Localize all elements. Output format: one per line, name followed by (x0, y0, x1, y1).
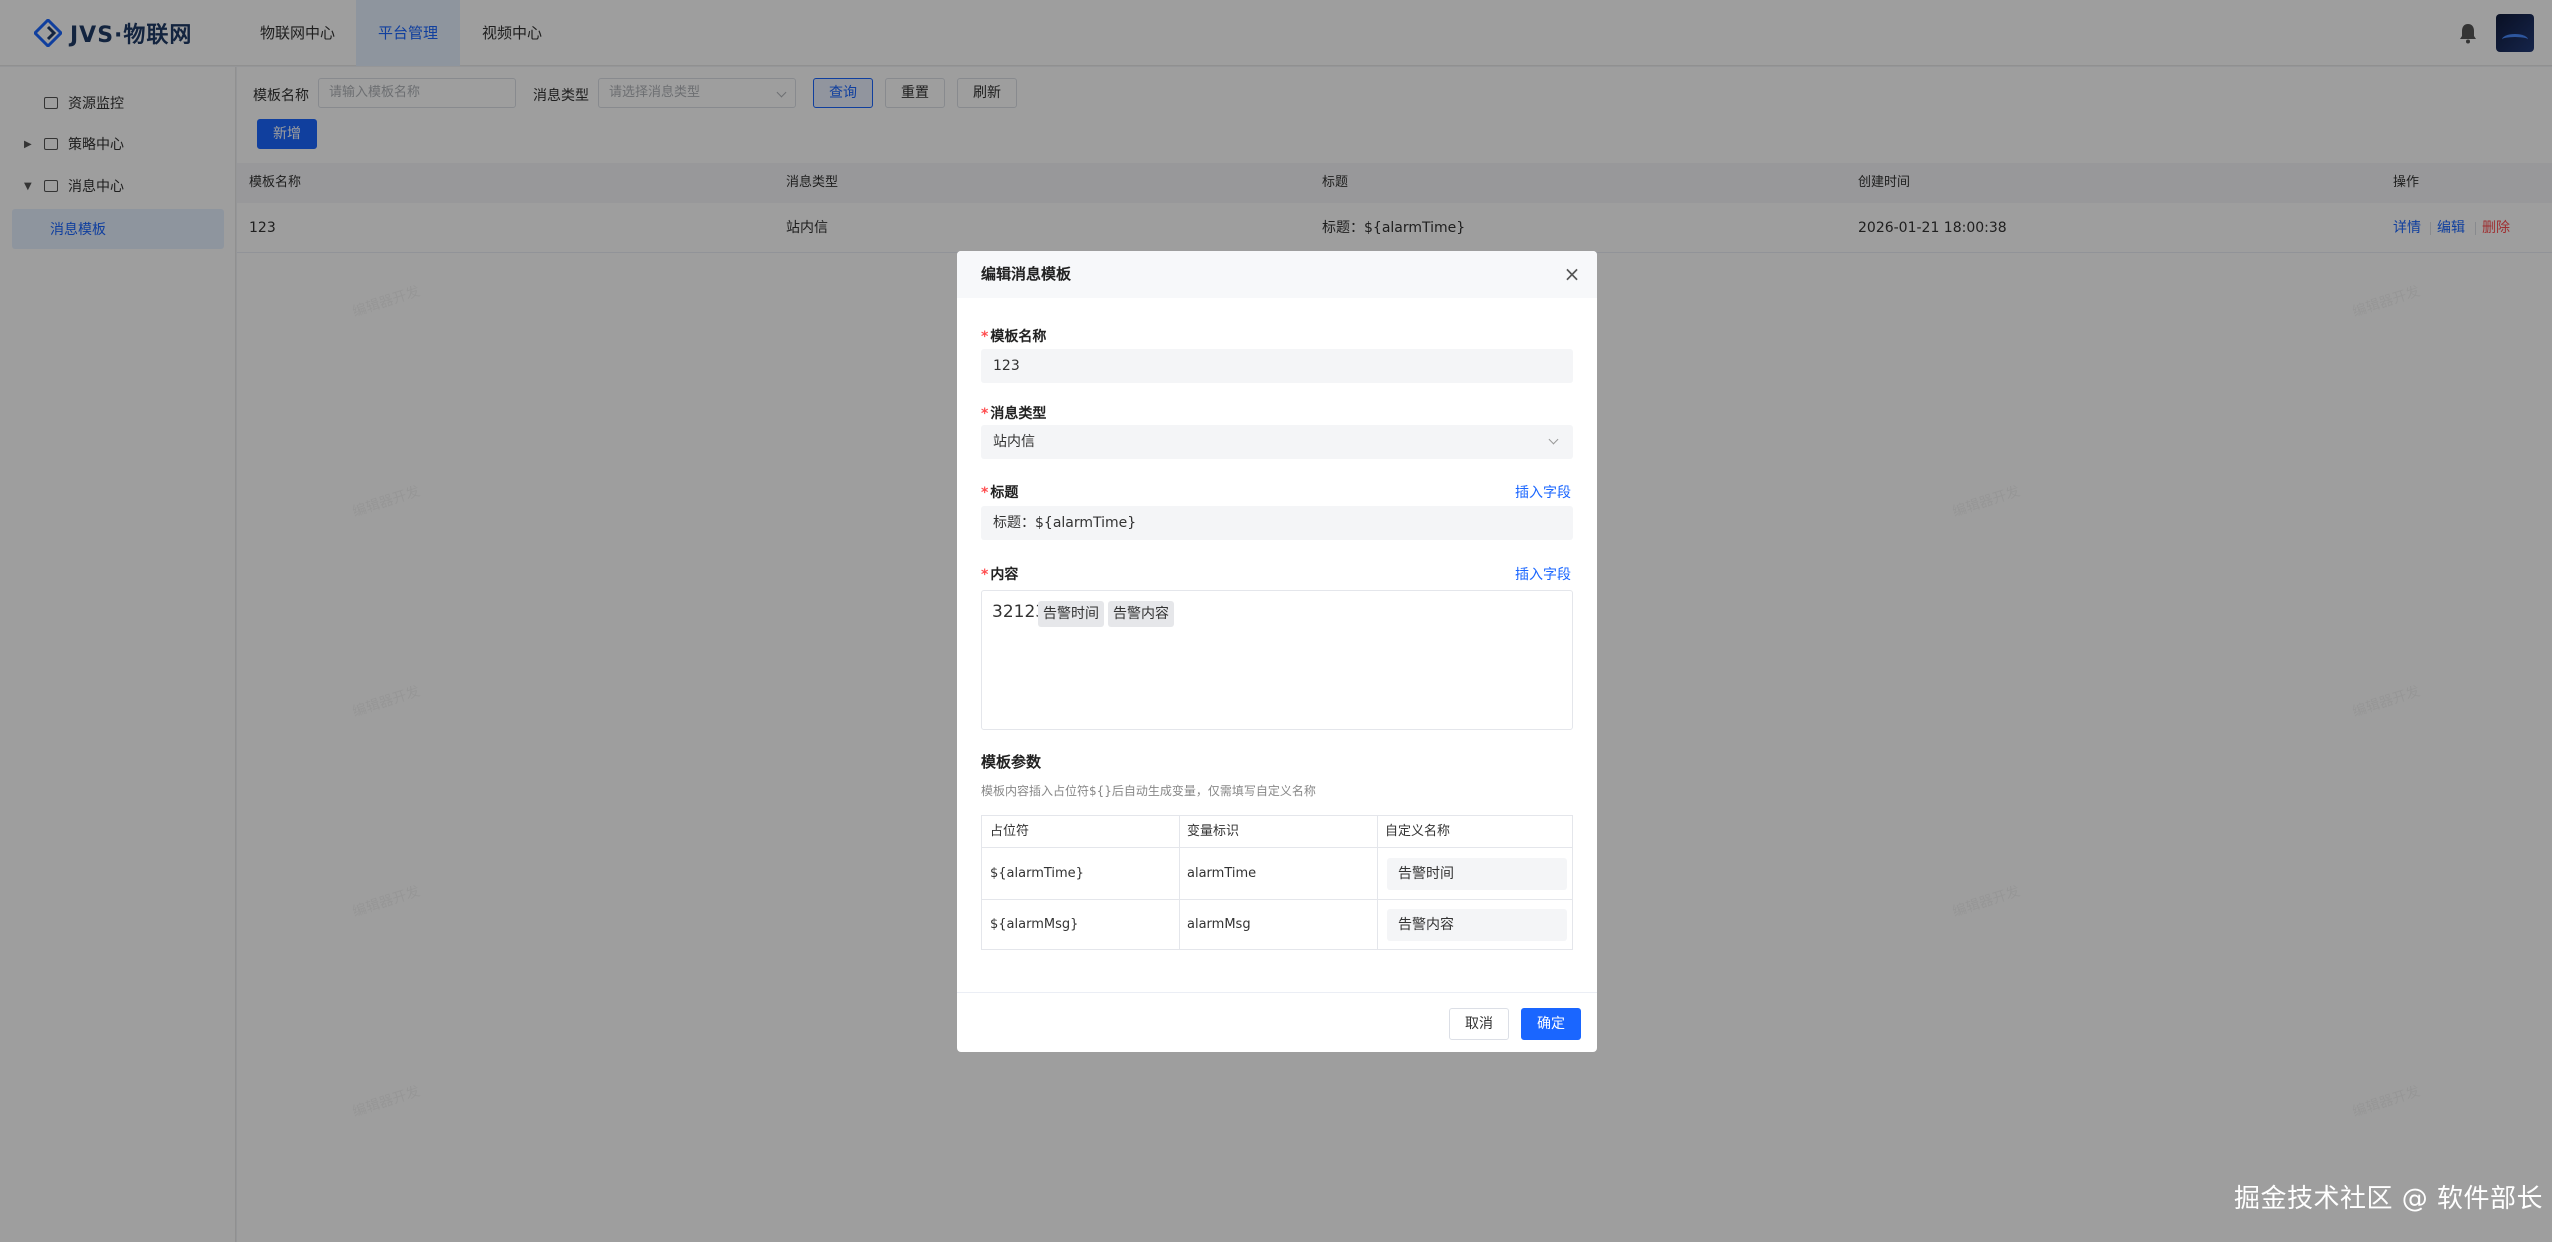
edit-template-modal: 编辑消息模板 × * 模板名称 123 * 消息类型 站内信 * 标题 插入字段 标题… (957, 251, 1597, 1052)
params-table: 占位符 变量标识 自定义名称 ${alarmTime} alarmTime 告警… (981, 815, 1573, 950)
column-header: 变量标识 (1187, 824, 1240, 839)
template-name-label: * 模板名称 (981, 329, 1047, 345)
custom-name-input[interactable]: 告警内容 (1387, 909, 1567, 941)
field-chip[interactable]: 告警内容 (1108, 601, 1174, 627)
title-label: * 标题 (981, 485, 1019, 501)
custom-name-input[interactable]: 告警时间 (1387, 858, 1567, 890)
cancel-button[interactable]: 取消 (1449, 1008, 1509, 1040)
template-name-field[interactable]: 123 (981, 349, 1573, 383)
modal-footer-divider (957, 992, 1597, 993)
divider (1377, 816, 1378, 949)
cell-placeholder: ${alarmMsg} (990, 917, 1079, 932)
message-type-value: 站内信 (993, 434, 1035, 450)
required-mark: * (981, 329, 989, 345)
required-mark: * (981, 567, 989, 583)
confirm-button[interactable]: 确定 (1521, 1008, 1581, 1040)
insert-field-link-content[interactable]: 插入字段 (1515, 564, 1571, 584)
params-title: 模板参数 (981, 753, 1042, 771)
modal-title: 编辑消息模板 (981, 265, 1072, 283)
title-field[interactable]: 标题：${alarmTime} (981, 506, 1573, 540)
modal-header: 编辑消息模板 × (957, 251, 1597, 298)
close-icon[interactable]: × (1563, 264, 1581, 284)
params-description: 模板内容插入占位符${}后自动生成变量，仅需填写自定义名称 (981, 784, 1316, 798)
message-type-label: * 消息类型 (981, 406, 1047, 422)
cell-placeholder: ${alarmTime} (990, 866, 1084, 881)
column-header: 自定义名称 (1385, 824, 1451, 839)
required-mark: * (981, 485, 989, 501)
content-editor[interactable]: 32123 告警时间 告警内容 (981, 590, 1573, 730)
field-chip[interactable]: 告警时间 (1038, 601, 1104, 627)
required-mark: * (981, 406, 989, 422)
cell-variable: alarmTime (1187, 866, 1257, 881)
content-label: * 内容 (981, 567, 1019, 583)
footer-watermark: 掘金技术社区 @ 软件部长 (2234, 1184, 2544, 1214)
cell-variable: alarmMsg (1187, 917, 1251, 932)
chevron-down-icon (1548, 434, 1559, 445)
message-type-field[interactable]: 站内信 (981, 425, 1573, 459)
column-header: 占位符 (990, 824, 1030, 839)
insert-field-link-title[interactable]: 插入字段 (1515, 482, 1571, 502)
